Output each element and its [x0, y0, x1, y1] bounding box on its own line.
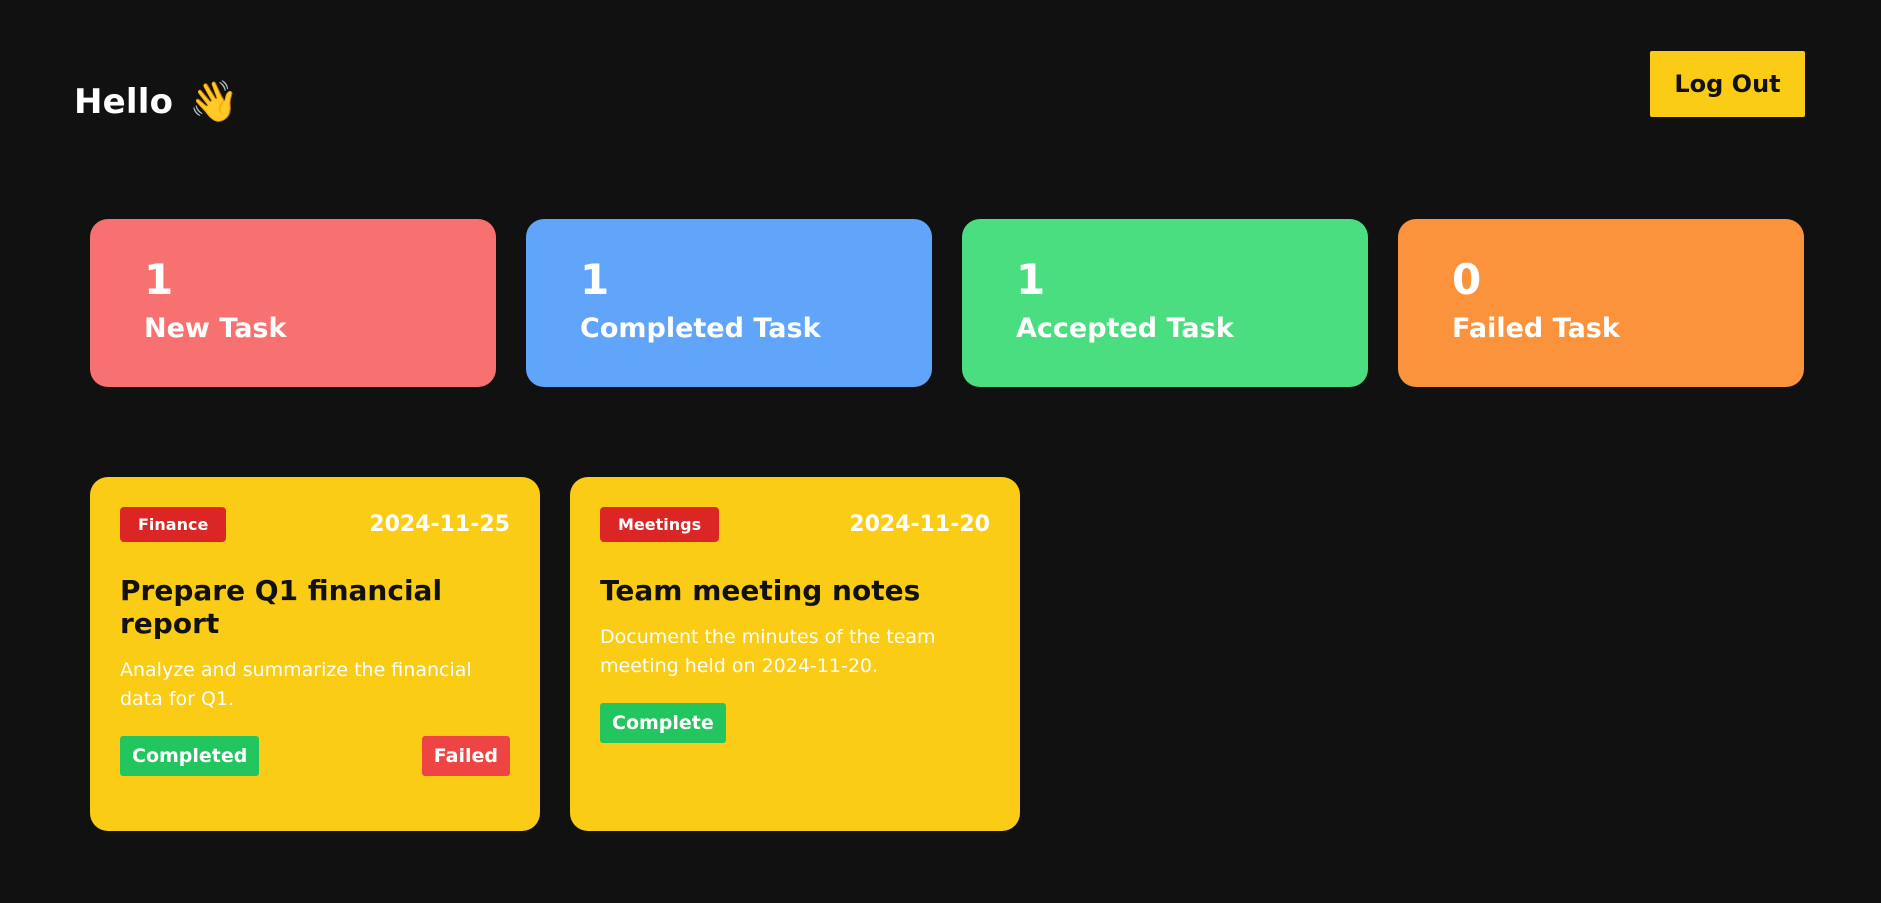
dashboard-page: Hello 👋 Log Out 1 New Task 1 Completed T… [0, 0, 1881, 903]
logout-button[interactable]: Log Out [1650, 51, 1805, 117]
mark-failed-button[interactable]: Failed [421, 736, 510, 776]
category-badge: Finance [120, 507, 227, 542]
stat-label-accepted: Accepted Task [1016, 313, 1234, 344]
task-card: Finance 2024-11-25 Prepare Q1 financial … [90, 477, 540, 831]
waving-hand-icon: 👋 [189, 79, 239, 125]
mark-completed-button[interactable]: Completed [120, 736, 260, 776]
task-title: Prepare Q1 financial report [120, 574, 443, 640]
stat-count-completed: 1 [580, 255, 610, 304]
task-actions: Complete [600, 703, 990, 743]
greeting-header: Hello 👋 [74, 82, 239, 122]
stat-card-completed: 1 Completed Task [526, 219, 932, 387]
stat-card-failed: 0 Failed Task [1398, 219, 1804, 387]
task-card-header: Finance 2024-11-25 [120, 507, 510, 542]
stat-count-failed: 0 [1452, 255, 1482, 304]
stat-card-accepted: 1 Accepted Task [962, 219, 1368, 387]
stat-count-accepted: 1 [1016, 255, 1046, 304]
stat-card-new: 1 New Task [90, 219, 496, 387]
task-description: Document the minutes of the team meeting… [600, 626, 936, 677]
greeting-text: Hello [74, 82, 174, 122]
task-description: Analyze and summarize the financial data… [120, 659, 472, 710]
stat-count-new: 1 [144, 255, 174, 304]
mark-complete-button[interactable]: Complete [600, 703, 726, 743]
task-title: Team meeting notes [600, 574, 921, 607]
task-actions: Completed Failed [120, 736, 510, 776]
task-card-header: Meetings 2024-11-20 [600, 507, 990, 542]
stat-label-completed: Completed Task [580, 313, 821, 344]
category-badge: Meetings [600, 507, 720, 542]
task-stats-row: 1 New Task 1 Completed Task 1 Accepted T… [90, 219, 1804, 387]
task-card: Meetings 2024-11-20 Team meeting notes D… [570, 477, 1020, 831]
task-list: Finance 2024-11-25 Prepare Q1 financial … [90, 477, 1020, 831]
task-date: 2024-11-25 [369, 512, 510, 537]
stat-label-new: New Task [144, 313, 287, 344]
stat-label-failed: Failed Task [1452, 313, 1620, 344]
task-date: 2024-11-20 [849, 512, 990, 537]
